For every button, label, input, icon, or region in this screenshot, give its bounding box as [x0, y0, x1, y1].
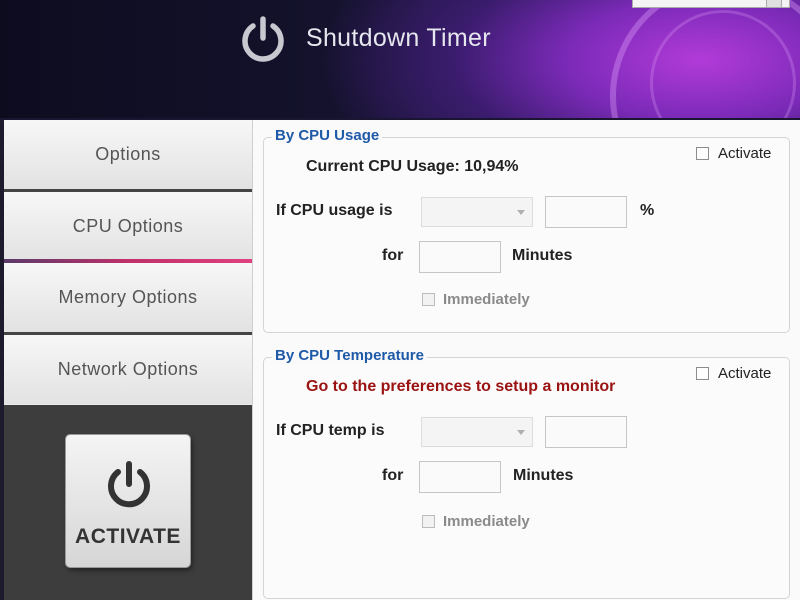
cpu-usage-activate-checkbox[interactable] — [696, 147, 709, 160]
cpu-temp-immediately-label: Immediately — [443, 513, 530, 530]
cpu-usage-unit: % — [640, 202, 655, 219]
cpu-usage-legend: By CPU Usage — [272, 127, 383, 144]
sidebar-item-cpu-options[interactable]: CPU Options — [4, 192, 252, 261]
cpu-temp-immediately-checkbox[interactable] — [422, 515, 435, 528]
cpu-usage-immediately-checkbox[interactable] — [422, 293, 435, 306]
cpu-usage-group: By CPU Usage Current CPU Usage: 10,94% A… — [263, 127, 790, 333]
cpu-temp-threshold-input[interactable] — [545, 416, 627, 448]
cpu-usage-operator-select[interactable] — [421, 197, 533, 227]
cpu-usage-minutes-input[interactable] — [419, 241, 501, 273]
power-icon — [108, 461, 150, 508]
cpu-temp-minutes-unit: Minutes — [513, 467, 574, 484]
sidebar-item-options[interactable]: Options — [4, 120, 252, 189]
chevron-down-icon — [517, 430, 525, 435]
sidebar-item-label: CPU Options — [72, 216, 184, 236]
cpu-usage-minutes-unit: Minutes — [512, 247, 573, 264]
cpu-usage-condition-label: If CPU usage is — [276, 202, 393, 219]
cpu-temp-group: By CPU Temperature Go to the preferences… — [263, 347, 790, 599]
cpu-usage-immediately-label: Immediately — [443, 291, 530, 308]
cpu-temp-activate-label: Activate — [718, 365, 772, 382]
power-logo-icon — [242, 16, 284, 62]
app-title: Shutdown Timer — [306, 24, 491, 52]
cpu-temp-condition-label: If CPU temp is — [276, 422, 385, 439]
sidebar-item-memory-options[interactable]: Memory Options — [4, 263, 252, 332]
sidebar-item-label: Network Options — [57, 359, 199, 379]
sidebar: Options CPU Options Memory Options Netwo… — [4, 120, 252, 600]
cpu-temp-operator-select[interactable] — [421, 417, 533, 447]
cpu-temp-minutes-input[interactable] — [419, 461, 501, 493]
cpu-temp-warning-text: Go to the preferences to setup a monitor — [306, 378, 616, 395]
activate-button[interactable]: ACTIVATE — [66, 435, 190, 567]
main-panel: By CPU Usage Current CPU Usage: 10,94% A… — [252, 120, 800, 600]
cpu-usage-threshold-input[interactable] — [545, 196, 627, 228]
current-cpu-usage-text: Current CPU Usage: 10,94% — [306, 158, 519, 175]
cpu-usage-activate-label: Activate — [718, 145, 772, 162]
cpu-temp-legend: By CPU Temperature — [272, 347, 427, 364]
header-corner-button[interactable] — [766, 0, 782, 8]
cpu-usage-for-label: for — [382, 247, 404, 264]
sidebar-item-label: Memory Options — [58, 287, 198, 307]
sidebar-item-network-options[interactable]: Network Options — [4, 335, 252, 404]
cpu-temp-activate-checkbox[interactable] — [696, 367, 709, 380]
activate-button-label: ACTIVATE — [75, 525, 181, 548]
app-header: Shutdown Timer — [0, 0, 800, 120]
sidebar-item-label: Options — [95, 144, 161, 164]
cpu-temp-for-label: for — [382, 467, 404, 484]
chevron-down-icon — [517, 210, 525, 215]
